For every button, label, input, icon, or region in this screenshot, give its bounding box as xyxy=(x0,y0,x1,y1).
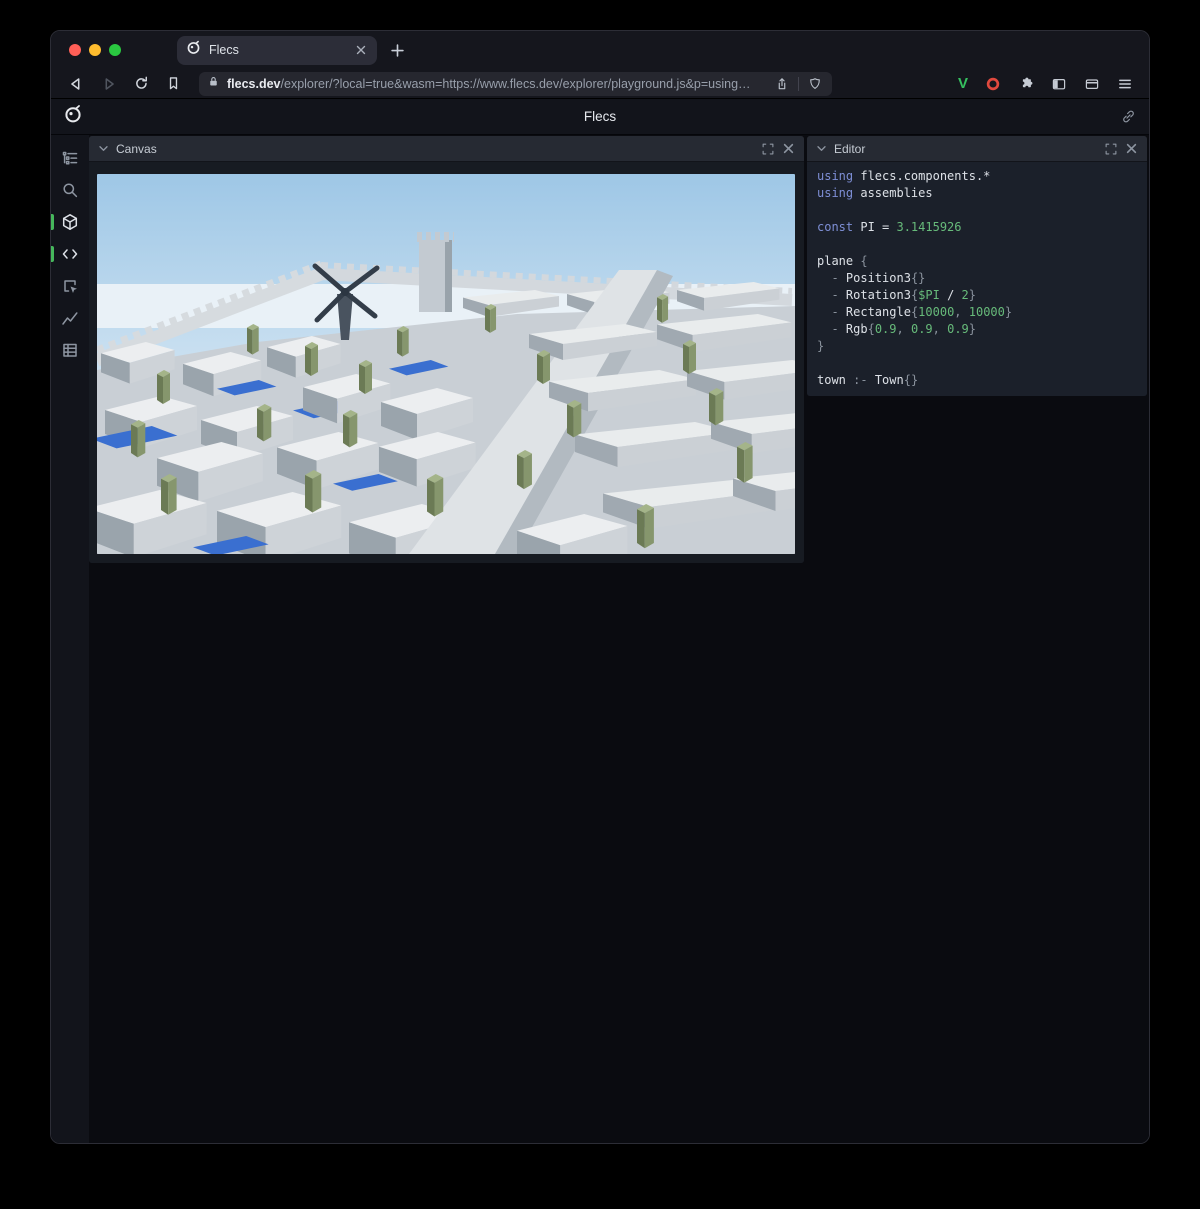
expand-icon[interactable] xyxy=(1104,142,1118,156)
app-body: Canvas xyxy=(51,135,1149,1144)
extension-v-icon[interactable]: V xyxy=(956,74,970,93)
code-line[interactable] xyxy=(817,236,1137,253)
code-line[interactable]: town :- Town{} xyxy=(817,372,1137,389)
ring-extension-icon[interactable] xyxy=(983,74,1003,94)
url-bar[interactable]: flecs.dev/explorer/?local=true&wasm=http… xyxy=(199,72,832,96)
menu-icon[interactable] xyxy=(1115,74,1135,94)
back-button[interactable] xyxy=(65,73,87,95)
editor-panel: Editor using flecs.components.*using ass… xyxy=(807,136,1147,396)
browser-tab-flecs[interactable]: Flecs xyxy=(177,36,377,65)
code-line[interactable]: } xyxy=(817,338,1137,355)
code-editor-content[interactable]: using flecs.components.*using assemblies… xyxy=(807,162,1147,396)
active-indicator xyxy=(51,246,54,262)
sidebar-item-search[interactable] xyxy=(51,175,89,205)
close-icon[interactable] xyxy=(782,142,795,155)
code-line[interactable]: - Rotation3{$PI / 2} xyxy=(817,287,1137,304)
flecs-explorer-page: Flecs xyxy=(51,99,1149,1144)
editor-panel-header: Editor xyxy=(807,136,1147,162)
extension-v-glyph: V xyxy=(958,76,968,91)
expand-icon[interactable] xyxy=(761,142,775,156)
page-title: Flecs xyxy=(51,109,1149,124)
url-divider xyxy=(798,77,799,91)
reload-button[interactable] xyxy=(131,73,152,94)
flecs-favicon-icon xyxy=(186,40,201,60)
forward-button[interactable] xyxy=(98,73,120,95)
share-icon[interactable] xyxy=(773,75,791,93)
canvas-panel-title: Canvas xyxy=(116,142,754,156)
canvas-3d-scene[interactable] xyxy=(97,174,795,554)
code-line[interactable]: using flecs.components.* xyxy=(817,168,1137,185)
canvas-panel: Canvas xyxy=(89,136,804,563)
tab-bar: Flecs xyxy=(51,31,1149,69)
code-line[interactable] xyxy=(817,355,1137,372)
sidebar-item-statistics[interactable] xyxy=(51,303,89,333)
desktop-background: Flecs xyxy=(0,0,1200,1209)
sidebar-rail xyxy=(51,135,89,1144)
tab-close-icon[interactable] xyxy=(354,43,368,57)
code-line[interactable]: - Rgb{0.9, 0.9, 0.9} xyxy=(817,321,1137,338)
chevron-down-icon[interactable] xyxy=(816,144,827,153)
tab-title: Flecs xyxy=(209,43,346,57)
shield-icon[interactable] xyxy=(806,75,824,93)
bookmark-flag-icon[interactable] xyxy=(163,73,184,94)
code-line[interactable]: using assemblies xyxy=(817,185,1137,202)
browser-window: Flecs xyxy=(50,30,1150,1144)
minimize-window-button[interactable] xyxy=(89,44,101,56)
sidebar-item-inspect[interactable] xyxy=(51,271,89,301)
app-header: Flecs xyxy=(51,99,1149,135)
lock-icon xyxy=(207,75,220,93)
canvas-panel-header: Canvas xyxy=(89,136,804,162)
toolbar-extensions: V xyxy=(956,74,1135,94)
navigation-bar: flecs.dev/explorer/?local=true&wasm=http… xyxy=(51,69,1149,99)
sidebar-item-tables[interactable] xyxy=(51,335,89,365)
code-line[interactable]: const PI = 3.1415926 xyxy=(817,219,1137,236)
flecs-logo-icon xyxy=(63,104,83,129)
sidebar-item-entities-cube[interactable] xyxy=(51,207,89,237)
sidebar-item-code-editor[interactable] xyxy=(51,239,89,269)
new-tab-button[interactable] xyxy=(389,42,406,59)
code-line[interactable] xyxy=(817,202,1137,219)
close-window-button[interactable] xyxy=(69,44,81,56)
code-line[interactable]: plane { xyxy=(817,253,1137,270)
url-domain: flecs.dev xyxy=(227,77,281,91)
canvas-panel-body xyxy=(89,162,804,563)
active-indicator xyxy=(51,214,54,230)
sidebar-toggle-icon[interactable] xyxy=(1049,74,1069,94)
close-icon[interactable] xyxy=(1125,142,1138,155)
url-path: /explorer/?local=true&wasm=https://www.f… xyxy=(281,77,751,91)
puzzle-extension-icon[interactable] xyxy=(1016,74,1036,94)
panel-area: Canvas xyxy=(89,135,1149,1144)
permalink-icon[interactable] xyxy=(1120,108,1137,125)
code-line[interactable]: - Position3{} xyxy=(817,270,1137,287)
url-text[interactable]: flecs.dev/explorer/?local=true&wasm=http… xyxy=(227,77,766,91)
window-controls xyxy=(69,44,121,56)
card-icon[interactable] xyxy=(1082,74,1102,94)
sidebar-item-outline-tree[interactable] xyxy=(51,143,89,173)
zoom-window-button[interactable] xyxy=(109,44,121,56)
editor-panel-title: Editor xyxy=(834,142,1097,156)
code-line[interactable]: - Rectangle{10000, 10000} xyxy=(817,304,1137,321)
chevron-down-icon[interactable] xyxy=(98,144,109,153)
